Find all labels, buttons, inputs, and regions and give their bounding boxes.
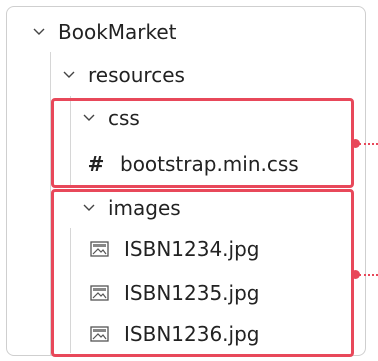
images-highlight-box bbox=[51, 189, 354, 357]
images-connector-line bbox=[359, 274, 378, 276]
css-connector-line bbox=[359, 143, 378, 145]
chevron-down-icon[interactable] bbox=[58, 64, 80, 86]
chevron-down-icon[interactable] bbox=[28, 21, 50, 43]
tree-item-resources[interactable]: resources bbox=[58, 54, 185, 96]
tree-item-bookmarket[interactable]: BookMarket bbox=[28, 11, 177, 53]
tree-item-label: BookMarket bbox=[58, 20, 177, 44]
css-highlight-box bbox=[51, 98, 354, 188]
tree-item-label: resources bbox=[88, 63, 185, 87]
